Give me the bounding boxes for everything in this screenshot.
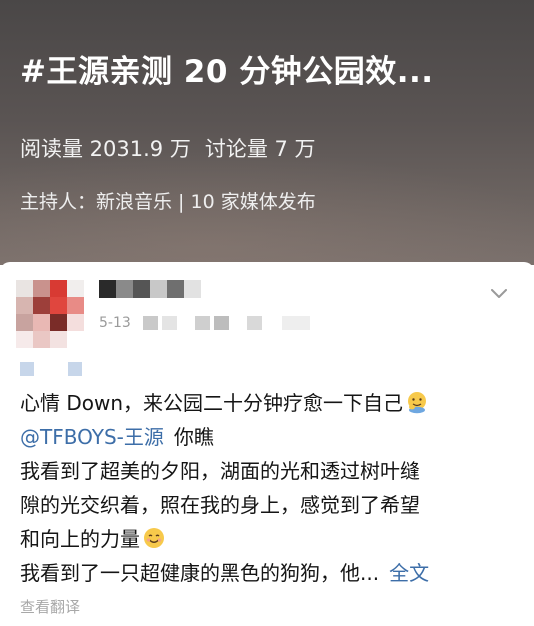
- post-line: 我看到了超美的夕阳，湖面的光和透过树叶缝: [20, 459, 420, 483]
- user-badges: [20, 362, 116, 376]
- post-line: 隙的光交织着，照在我的身上，感觉到了希望: [20, 493, 420, 517]
- mention-link[interactable]: @TFBOYS-王源: [20, 425, 164, 449]
- full-text-link[interactable]: 全文: [389, 561, 429, 585]
- translate-link[interactable]: 查看翻译: [20, 596, 80, 617]
- smiling-face-icon: [142, 526, 166, 560]
- chevron-down-icon[interactable]: [489, 284, 509, 304]
- post-date: 5-13: [99, 315, 131, 331]
- post-text[interactable]: 心情 Down，来公园二十分钟疗愈一下自己 @TFBOYS-王源 你瞧 我看到了超…: [20, 386, 516, 590]
- badge-icon: [68, 362, 82, 376]
- post-line: 我看到了一只超健康的黑色的狗狗，他... 全文: [20, 561, 430, 585]
- post-line: @TFBOYS-王源 你瞧: [20, 425, 214, 449]
- face-with-hand-icon: [405, 390, 429, 424]
- post-card: 5-13 心情 Down，来公园二十分钟疗愈一下自己 @TFBOYS-王源 你瞧 …: [0, 262, 534, 626]
- post-line: 心情 Down，来公园二十分钟疗愈一下自己: [20, 386, 516, 420]
- avatar[interactable]: [16, 280, 84, 348]
- post-line: 和向上的力量: [20, 522, 516, 556]
- badge-icon: [20, 362, 34, 376]
- read-count: 阅读量 2031.9 万: [20, 137, 191, 161]
- topic-stats: 阅读量 2031.9 万讨论量 7 万: [20, 133, 316, 163]
- discussion-count: 讨论量 7 万: [204, 137, 316, 161]
- topic-title: #王源亲测 20 分钟公园效...: [20, 54, 434, 90]
- username-blurred[interactable]: [99, 280, 201, 298]
- topic-header: #王源亲测 20 分钟公园效... 阅读量 2031.9 万讨论量 7 万 主持…: [0, 0, 534, 265]
- topic-host[interactable]: 主持人：新浪音乐 | 10 家媒体发布: [20, 187, 316, 214]
- post-meta: 5-13: [99, 314, 314, 332]
